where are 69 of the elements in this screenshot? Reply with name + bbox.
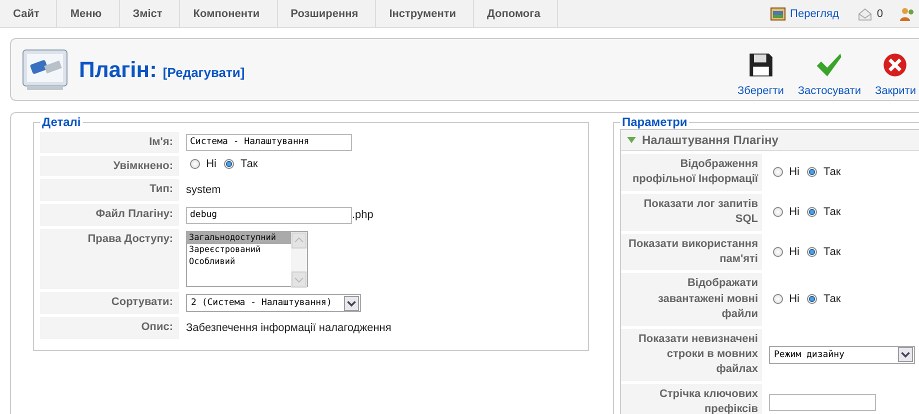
radio-button[interactable]	[773, 247, 783, 257]
radio-button[interactable]	[807, 167, 818, 178]
apply-button[interactable]: Застосувати	[794, 42, 864, 96]
field-label: Файл Плагіну:	[96, 208, 173, 220]
radio-label: Так	[824, 166, 841, 178]
menu-item[interactable]: Сайт	[0, 0, 58, 28]
menu-item[interactable]: Меню	[57, 0, 120, 28]
field-label: Тип:	[150, 183, 173, 195]
radio-label: Так	[824, 206, 841, 218]
message-icon[interactable]	[856, 6, 873, 22]
users-icon[interactable]	[899, 6, 915, 22]
list-option[interactable]: Загальнодоступний	[187, 232, 291, 244]
param-label: Показати невизначені строки в мовних файлах	[638, 332, 758, 376]
file-extension: .php	[352, 209, 374, 221]
radio-button[interactable]	[773, 167, 783, 178]
section-legend: Параметри	[620, 115, 690, 129]
radio-button[interactable]	[773, 294, 783, 304]
dropdown[interactable]: 2 (Система - Налаштування)	[186, 294, 361, 312]
page-title: Плагін:	[79, 56, 157, 82]
preview-link[interactable]: Перегляд	[790, 8, 839, 20]
field-label: Опис:	[141, 321, 173, 333]
param-label: Стрічка ключових префіксів	[659, 388, 758, 414]
preview-icon[interactable]	[770, 6, 786, 22]
field-label: Ім'я:	[149, 136, 173, 148]
radio-button[interactable]	[807, 294, 818, 304]
save-button[interactable]: Зберегти	[734, 42, 787, 96]
param-label: Показати лог запитів SQL	[644, 198, 758, 226]
radio-label: Так	[824, 293, 841, 306]
list-option[interactable]: Зареєстрований	[187, 244, 291, 256]
menu-item[interactable]: Інструменти	[376, 0, 474, 28]
close-icon	[881, 50, 910, 78]
dropdown[interactable]: Режим дизайну	[769, 346, 915, 364]
field-label: Права Доступу:	[88, 233, 173, 245]
text-field[interactable]: debug	[186, 206, 352, 224]
text-field[interactable]: Система - Налаштування	[186, 134, 352, 151]
message-count: 0	[876, 8, 883, 20]
radio-button[interactable]	[807, 207, 818, 218]
text-field[interactable]	[769, 394, 876, 411]
list-option[interactable]: Особливий	[187, 256, 291, 268]
radio-label: Ні	[789, 293, 800, 306]
page-subtitle: [Редагувати]	[162, 65, 245, 80]
param-label: Показати використання пам'яті	[628, 238, 758, 265]
field-label: Увімкнено:	[113, 160, 173, 172]
list-box[interactable]: Загальнодоступний Зареєстрований Особливий	[186, 231, 308, 287]
radio-label: Ні	[789, 246, 800, 258]
radio-label: Так	[240, 158, 258, 170]
radio-label: Так	[824, 246, 841, 258]
section-legend: Деталі	[40, 115, 83, 129]
field-value: Забезпечення інформації налагодження	[186, 322, 392, 334]
radio-label: Ні	[789, 206, 800, 218]
radio-label: Ні	[206, 158, 216, 170]
menu-item[interactable]: Зміст	[120, 0, 180, 28]
radio-button[interactable]	[190, 159, 200, 170]
radio-button[interactable]	[807, 247, 818, 257]
plugin-icon	[21, 48, 69, 92]
expand-triangle-icon	[627, 136, 636, 144]
param-label: Відображати завантажені мовні файли	[658, 277, 758, 320]
menu-item[interactable]: Розширення	[278, 0, 376, 28]
close-button[interactable]: Закрити	[872, 42, 919, 96]
panel-header[interactable]: Налаштування Плагіну	[621, 130, 919, 151]
field-label: Сортувати:	[111, 296, 173, 308]
radio-button[interactable]	[224, 159, 234, 170]
scrollbar[interactable]	[291, 232, 307, 288]
menu-item[interactable]: Компоненти	[180, 0, 278, 28]
menu-item[interactable]: Допомога	[474, 0, 558, 28]
radio-button[interactable]	[773, 207, 783, 218]
param-label: Відображення профільної Інформації	[632, 158, 758, 186]
field-value: system	[186, 184, 221, 196]
radio-label: Ні	[789, 166, 800, 178]
